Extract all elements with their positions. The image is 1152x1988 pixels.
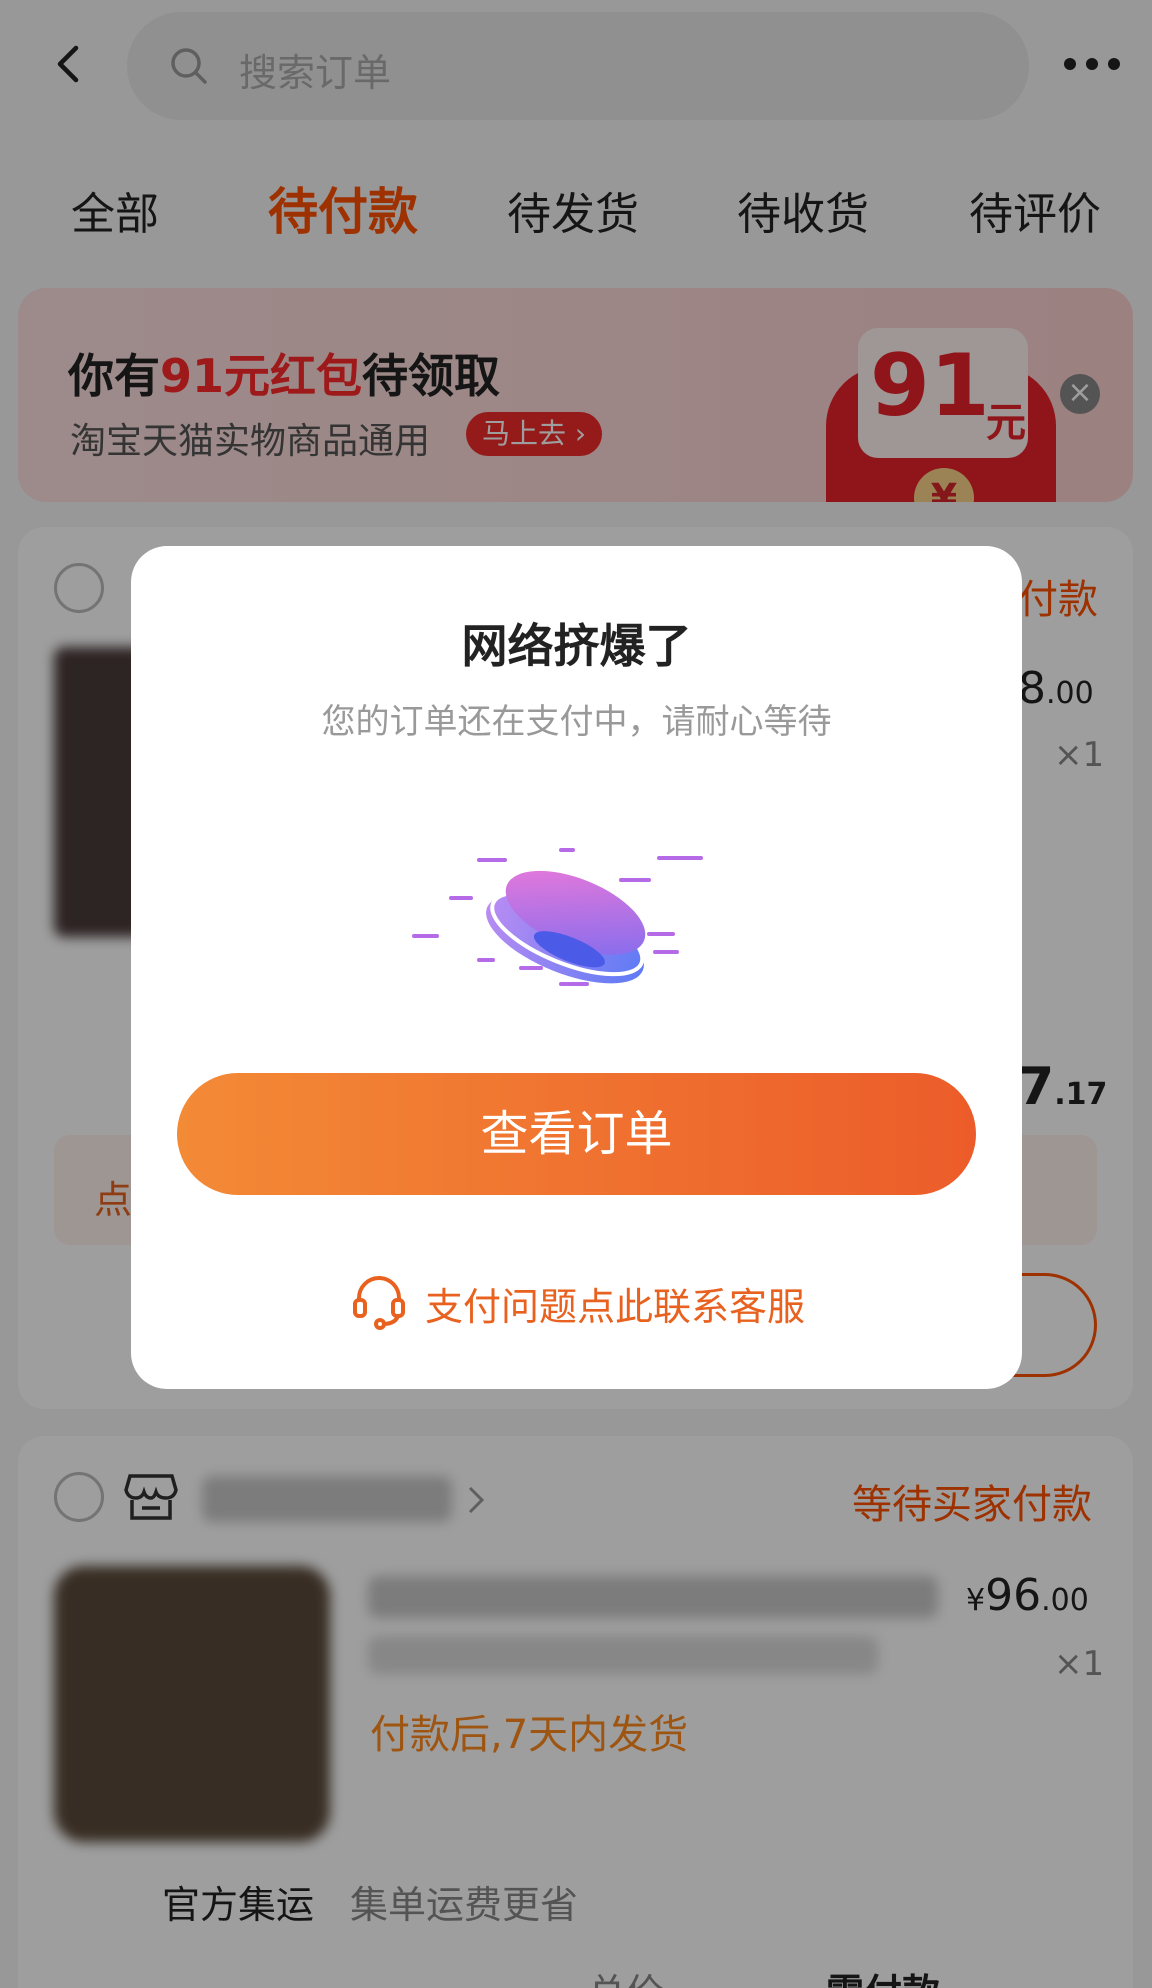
dialog-message: 您的订单还在支付中，请耐心等待 [321,702,832,742]
ufo-illustration [412,848,703,986]
view-order-button[interactable]: 查看订单 [177,1073,976,1195]
dialog-title: 网络挤爆了 [461,619,692,673]
service-link-label: 支付问题点此联系客服 [425,1285,806,1329]
headset-icon [353,1276,405,1330]
network-busy-dialog: 网络挤爆了 您的订单还在支付中，请耐心等待 查看订单 支付问题点此联系客服 [131,546,1022,1389]
